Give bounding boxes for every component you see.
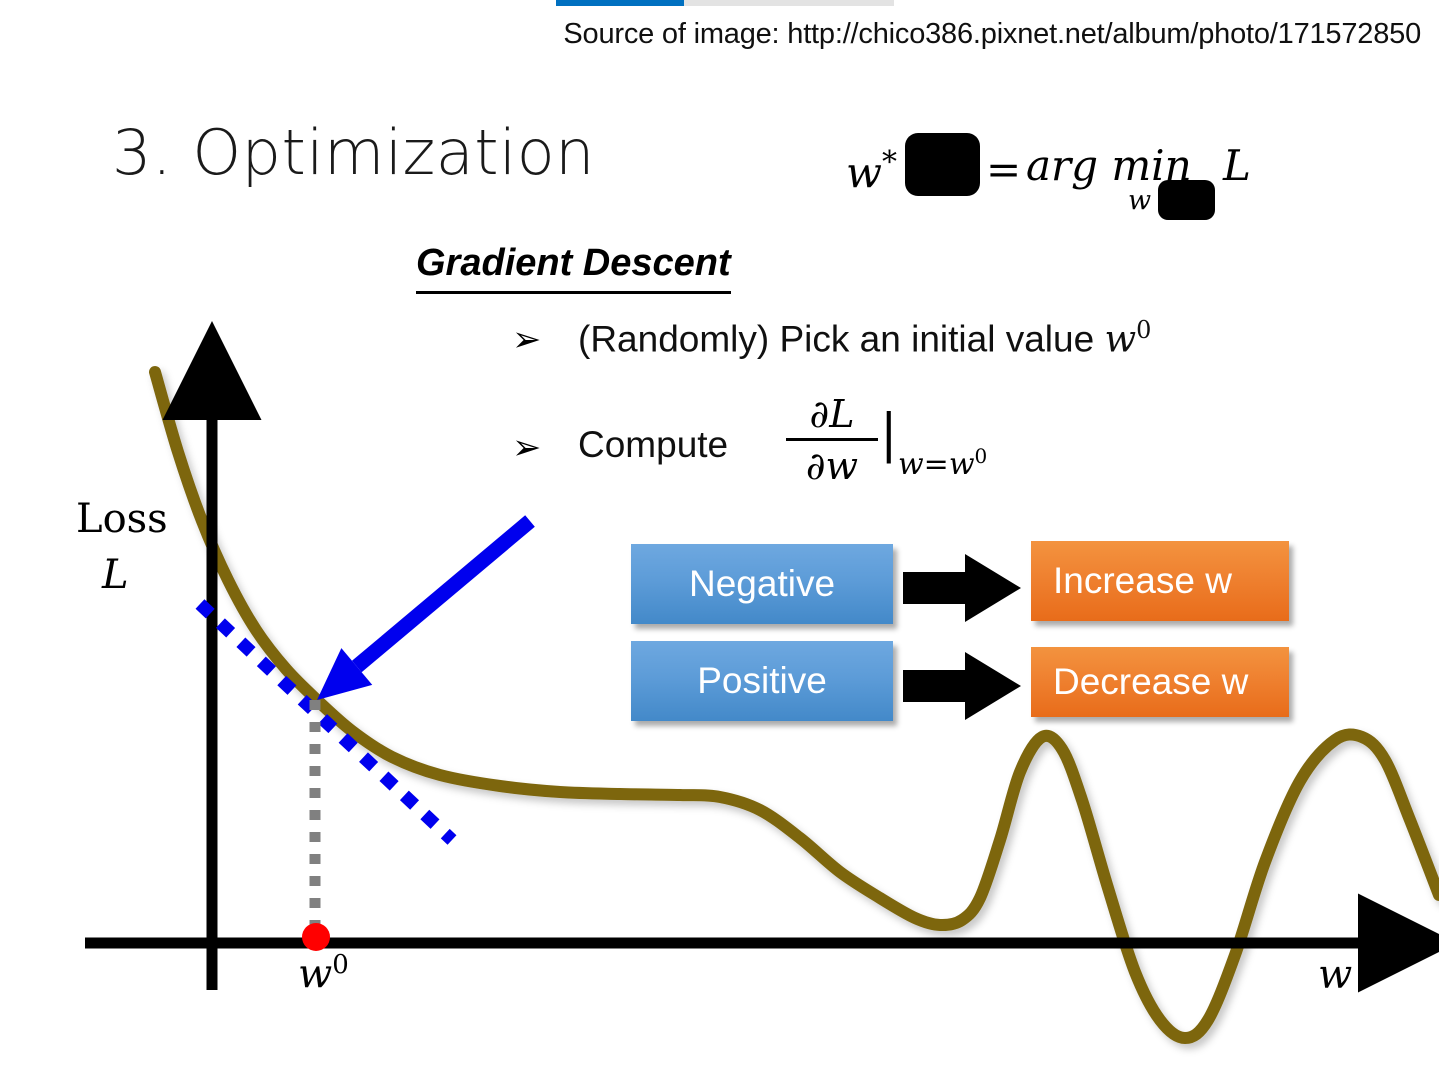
condition-box-negative[interactable]: Negative [631, 544, 893, 624]
y-axis-title: Loss [76, 496, 168, 542]
initial-weight-label: w0 [298, 950, 349, 997]
initial-weight-label-var: w [298, 951, 333, 998]
loss-curve-chart [85, 321, 1439, 1044]
condition-box-positive-label: Positive [697, 660, 827, 701]
condition-box-positive[interactable]: Positive [631, 641, 893, 721]
action-box-increase[interactable]: Increase w [1031, 541, 1289, 621]
x-axis-symbol: w [1318, 952, 1353, 998]
annotation-arrow-icon [317, 515, 535, 700]
tangent-line [195, 599, 457, 845]
action-box-decrease-label: Decrease w [1053, 661, 1249, 702]
initial-weight-label-superscript: 0 [332, 950, 349, 980]
y-axis-symbol: L [102, 552, 129, 598]
condition-box-negative-label: Negative [688, 563, 836, 604]
action-box-increase-label: Increase w [1053, 560, 1232, 601]
initial-weight-point [302, 923, 330, 951]
action-box-decrease[interactable]: Decrease w [1031, 647, 1289, 717]
